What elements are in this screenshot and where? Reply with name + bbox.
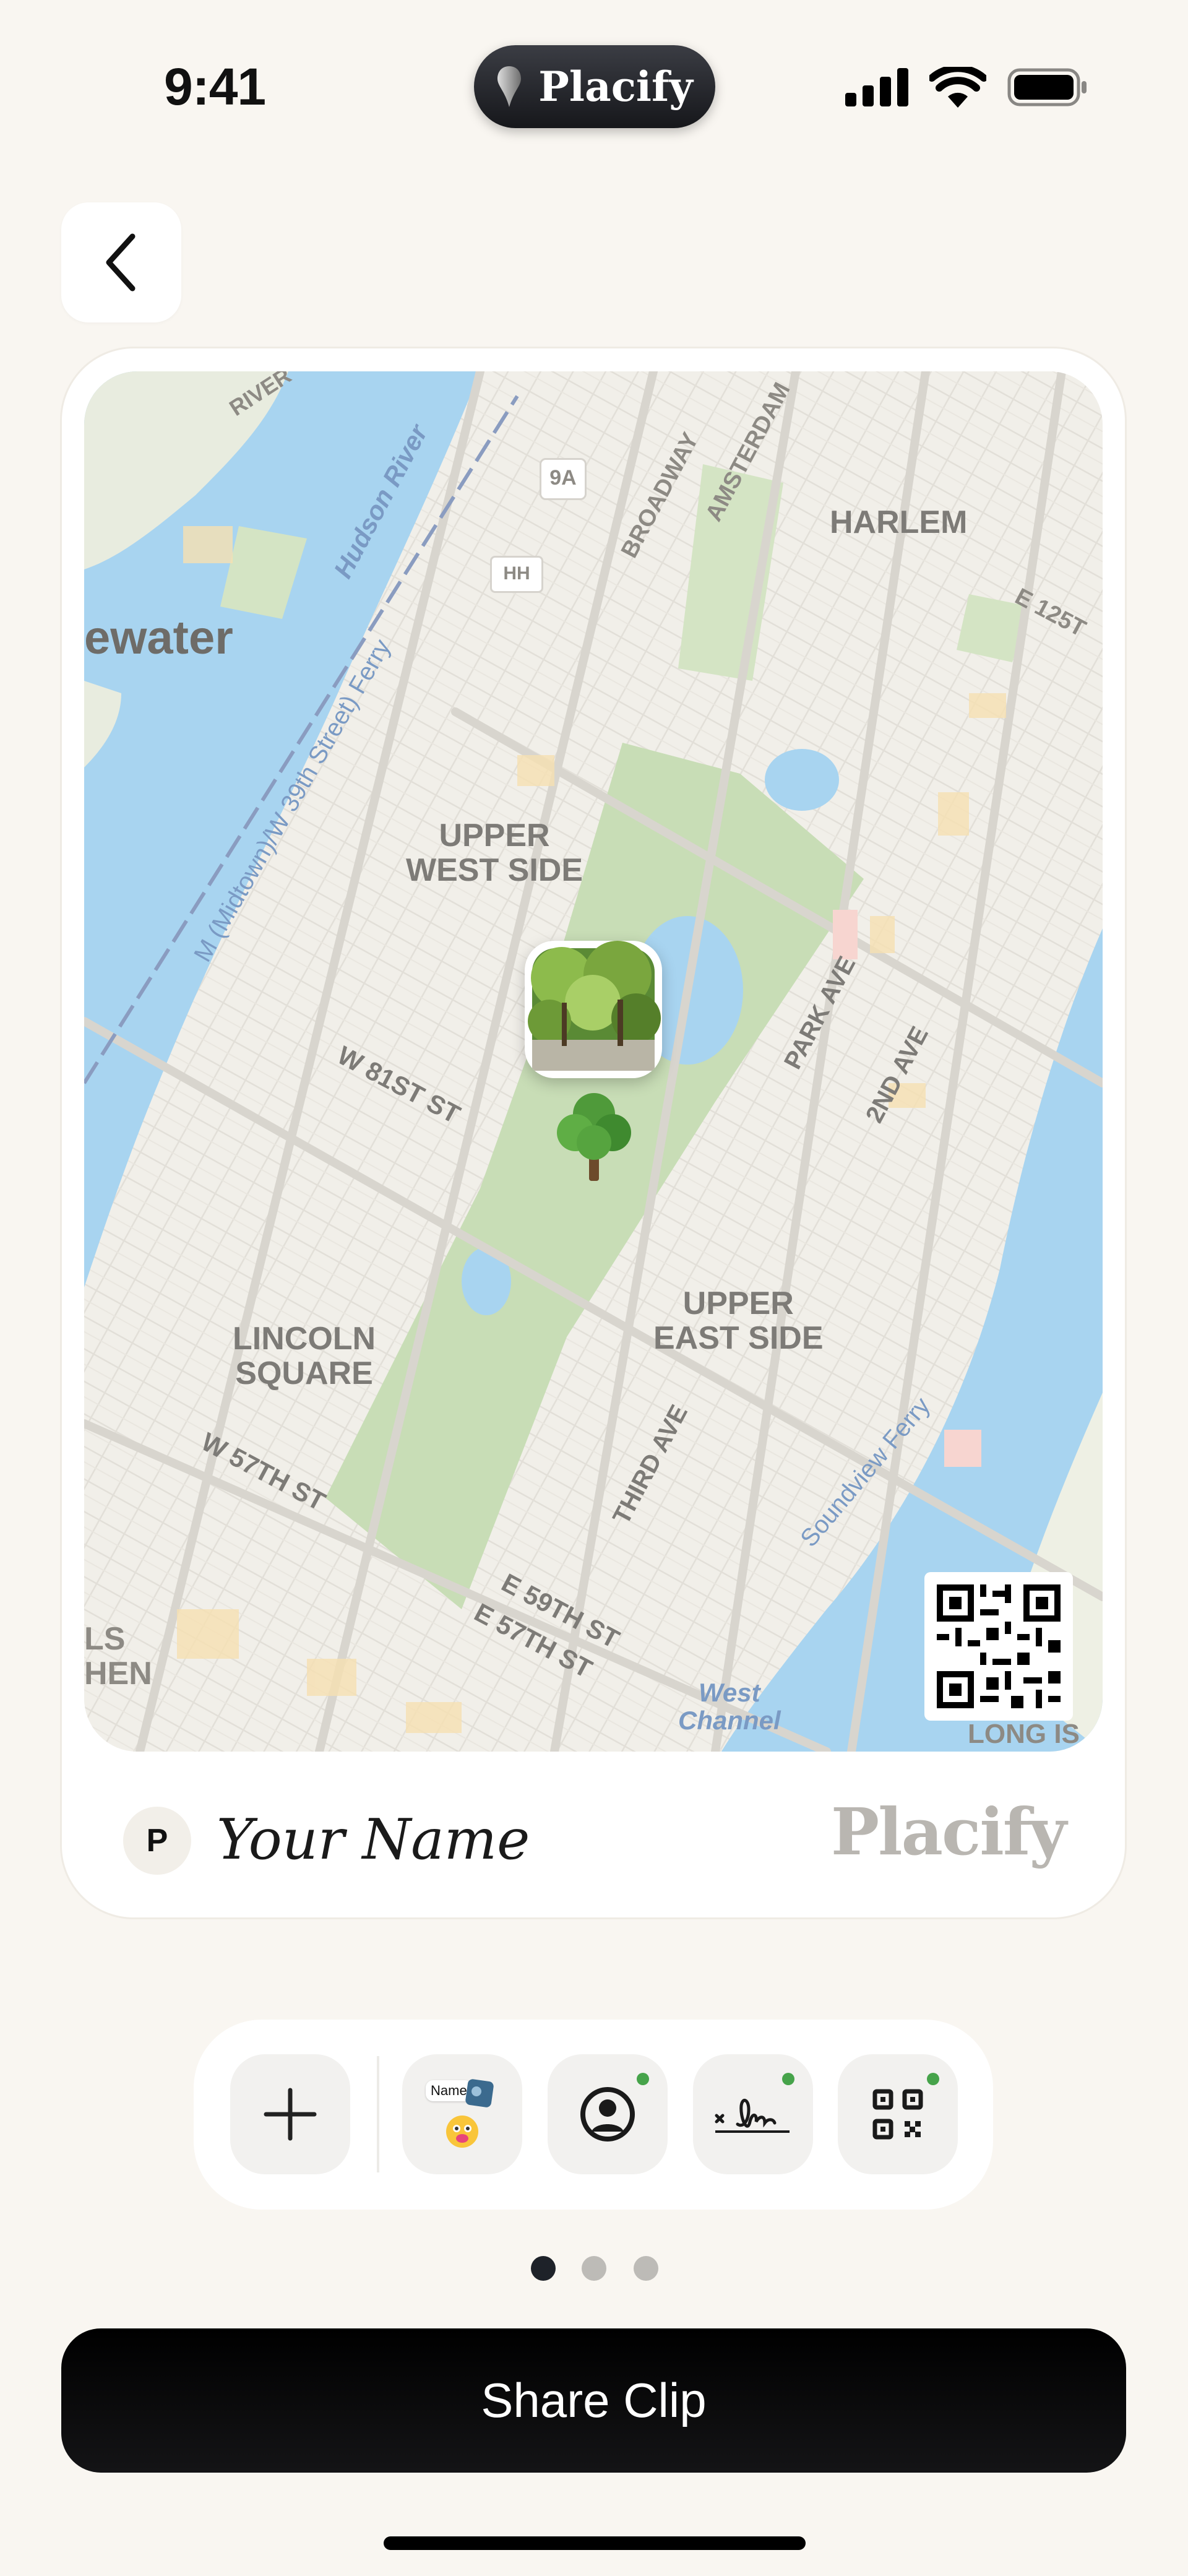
qr-code-icon bbox=[937, 1584, 1061, 1708]
share-clip-label: Share Clip bbox=[481, 2373, 707, 2427]
status-icons bbox=[845, 67, 1088, 108]
qr-code-icon bbox=[872, 2089, 923, 2140]
map-view[interactable]: RIVER ewater Hudson River M (Midtown)/W … bbox=[84, 371, 1103, 1752]
app-pill-label: Placify bbox=[538, 63, 693, 111]
location-pin-icon bbox=[497, 66, 522, 107]
active-indicator bbox=[637, 2073, 649, 2085]
map-label-edgewater: ewater bbox=[84, 612, 233, 664]
qr-code bbox=[924, 1572, 1073, 1721]
back-button[interactable] bbox=[61, 202, 181, 322]
map-label-long-is: LONG IS bbox=[968, 1719, 1080, 1749]
profile-icon bbox=[580, 2087, 635, 2142]
profile-button[interactable] bbox=[548, 2054, 668, 2174]
toolbar-divider bbox=[377, 2056, 379, 2172]
map-label-lincoln-square: LINCOLN SQUARE bbox=[233, 1321, 376, 1392]
battery-icon bbox=[1007, 68, 1087, 106]
avatar: P bbox=[123, 1807, 191, 1875]
map-label-upper-east-side: UPPER EAST SIDE bbox=[653, 1286, 824, 1357]
place-photo-pin[interactable] bbox=[525, 941, 662, 1078]
wifi-icon bbox=[929, 67, 986, 108]
route-9a-shield: 9A bbox=[540, 458, 587, 500]
app-pill[interactable]: Placify bbox=[474, 45, 715, 128]
qr-button[interactable] bbox=[838, 2054, 958, 2174]
map-label-west-channel: West Channel bbox=[678, 1678, 781, 1735]
deciduous-tree-emoji[interactable] bbox=[554, 1089, 635, 1182]
signature-button[interactable] bbox=[693, 2054, 813, 2174]
photo-thumb-icon bbox=[465, 2079, 494, 2107]
active-indicator bbox=[782, 2073, 794, 2085]
active-indicator bbox=[927, 2073, 939, 2085]
sticker-button[interactable]: Name bbox=[402, 2054, 522, 2174]
page-dot-1[interactable] bbox=[531, 2256, 556, 2281]
emoji-face-icon bbox=[446, 2116, 478, 2148]
signature-name[interactable]: Your Name bbox=[217, 1807, 530, 1872]
add-button[interactable] bbox=[230, 2054, 350, 2174]
map-label-upper-west-side: UPPER WEST SIDE bbox=[406, 818, 583, 889]
route-hh-shield: HH bbox=[490, 556, 543, 593]
share-clip-button[interactable]: Share Clip bbox=[61, 2328, 1126, 2473]
page-dot-2[interactable] bbox=[582, 2256, 606, 2281]
map-label-ls-hen: LS HEN bbox=[84, 1621, 152, 1692]
status-time: 9:41 bbox=[164, 58, 266, 116]
signal-icon bbox=[845, 68, 908, 106]
signature-icon bbox=[715, 2099, 790, 2133]
brand-logo: Placify bbox=[830, 1794, 1067, 1870]
home-indicator[interactable] bbox=[384, 2536, 806, 2550]
page-dot-3[interactable] bbox=[634, 2256, 658, 2281]
chevron-left-icon bbox=[106, 233, 136, 292]
map-label-harlem: HARLEM bbox=[830, 504, 968, 540]
tree-photo bbox=[528, 941, 661, 1071]
plus-icon bbox=[264, 2088, 317, 2141]
